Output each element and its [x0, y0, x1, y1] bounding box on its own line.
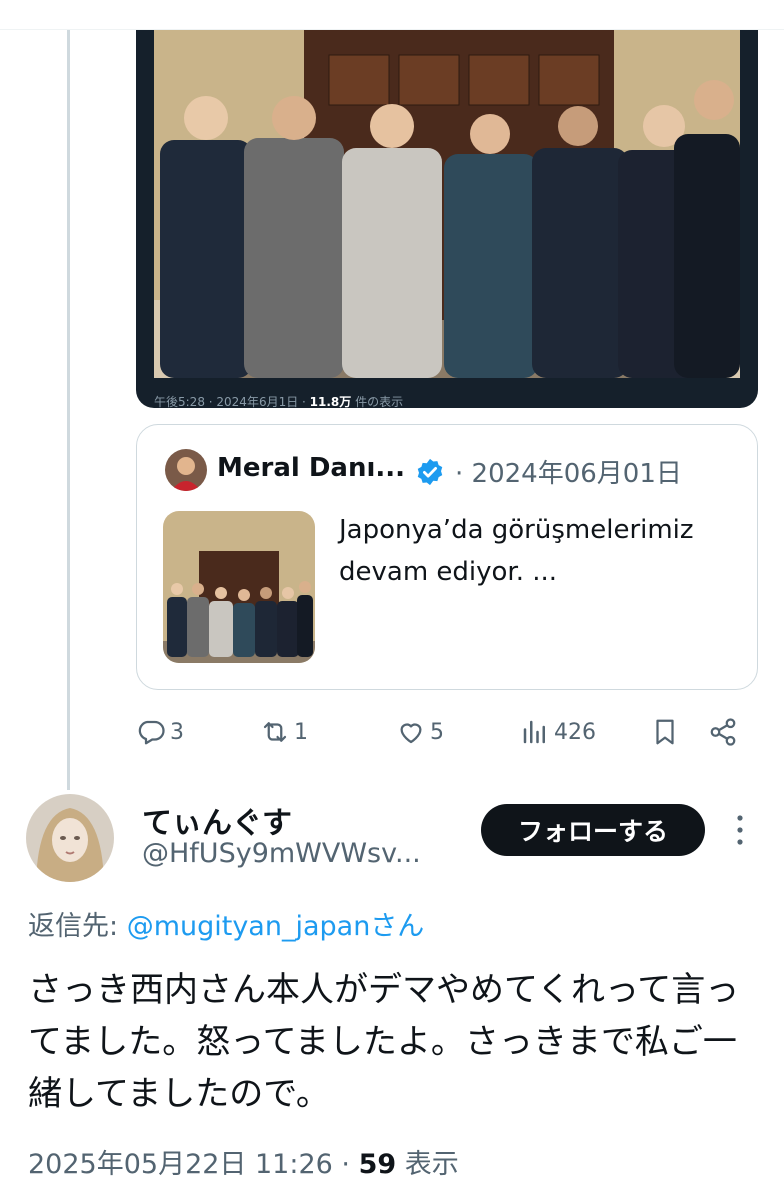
quote-avatar[interactable] — [165, 449, 207, 491]
photo-views: 11.8万 — [309, 395, 352, 408]
photo-sep: · — [298, 395, 310, 408]
group-photo[interactable] — [154, 30, 740, 378]
quote-author-name[interactable]: Meral Danı... — [217, 453, 405, 483]
more-options-icon[interactable] — [732, 810, 748, 850]
reply-views-count: 59 — [358, 1149, 397, 1180]
photo-sep: · — [204, 395, 217, 408]
action-bar: 3 1 5 426 — [136, 708, 758, 756]
top-divider — [0, 0, 784, 30]
share-button[interactable] — [708, 708, 738, 756]
quote-thumbnail[interactable] — [163, 511, 315, 663]
share-icon — [710, 718, 736, 746]
reply-date[interactable]: 2025年05月22日 11:26 — [28, 1149, 333, 1180]
like-button[interactable]: 5 — [396, 708, 444, 756]
repost-count: 1 — [294, 719, 308, 745]
reply-views-suffix: 表示 — [396, 1149, 459, 1180]
tweet-photo-card[interactable]: 午後5:28 · 2024年6月1日 · 11.8万 件の表示 — [136, 30, 758, 408]
verified-badge-icon — [417, 458, 443, 486]
reply-button[interactable]: 3 — [136, 708, 184, 756]
like-count: 5 — [430, 719, 444, 745]
reply-author-avatar[interactable] — [26, 794, 114, 882]
reply-to: 返信先: @mugityan_japanさん — [28, 904, 424, 943]
reply-count: 3 — [170, 719, 184, 745]
bookmark-icon — [656, 719, 674, 745]
repost-icon — [263, 722, 287, 742]
photo-meta: 午後5:28 · 2024年6月1日 · 11.8万 件の表示 — [154, 393, 403, 408]
reply-icon — [138, 720, 165, 745]
meta-sep: · — [332, 1149, 359, 1180]
follow-button[interactable]: フォローする — [481, 804, 705, 856]
views-count: 426 — [554, 719, 596, 745]
reply-to-label: 返信先: — [28, 911, 127, 942]
reply-tweet-text: さっき西内さん本人がデマやめてくれって言ってました。怒ってましたよ。さっきまで私… — [28, 970, 740, 1114]
reply-author-name[interactable]: てぃんぐす — [142, 798, 292, 842]
reply-author-handle[interactable]: @HfUSy9mWVWsv... — [142, 838, 421, 869]
reply-to-mention[interactable]: @mugityan_japanさん — [127, 911, 425, 942]
analytics-icon — [523, 720, 545, 744]
quote-text: Japonya’da görüşmelerimiz devam ediyor. … — [339, 515, 694, 587]
quote-tweet-card[interactable]: Meral Danı... · 2024年06月01日 Japonya’da g… — [136, 424, 758, 690]
photo-views-suffix: 件の表示 — [351, 395, 404, 408]
repost-button[interactable]: 1 — [260, 708, 308, 756]
bookmark-button[interactable] — [650, 708, 680, 756]
quote-date: · 2024年06月01日 — [455, 459, 682, 489]
photo-date: 2024年6月1日 — [216, 395, 299, 408]
photo-time: 午後5:28 — [154, 395, 205, 408]
thread-line — [67, 30, 70, 790]
reply-tweet-meta: 2025年05月22日 11:26 · 59 表示 — [28, 1142, 459, 1181]
views-button[interactable]: 426 — [520, 708, 596, 756]
heart-icon — [400, 723, 422, 744]
